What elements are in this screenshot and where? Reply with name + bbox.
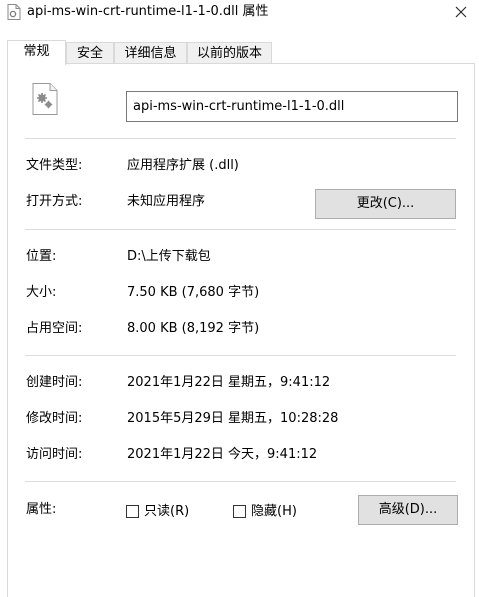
tab-previous-versions[interactable]: 以前的版本 xyxy=(187,42,272,63)
tab-general[interactable]: 常规 xyxy=(7,40,66,65)
size-on-disk-label: 占用空间: xyxy=(26,321,83,336)
tab-security[interactable]: 安全 xyxy=(66,42,114,63)
window-title: api-ms-win-crt-runtime-l1-1-0.dll 属性 xyxy=(27,4,269,19)
open-with-value: 未知应用程序 xyxy=(127,194,206,209)
tab-details[interactable]: 详细信息 xyxy=(114,42,187,63)
open-with-label: 打开方式: xyxy=(26,194,83,209)
readonly-checkbox[interactable] xyxy=(126,505,139,518)
readonly-label[interactable]: 只读(R) xyxy=(144,503,189,521)
separator xyxy=(25,229,456,230)
size-label: 大小: xyxy=(26,285,57,300)
accessed-label: 访问时间: xyxy=(26,447,83,462)
advanced-button[interactable]: 高级(D)... xyxy=(358,495,458,525)
hidden-checkbox[interactable] xyxy=(233,505,246,518)
location-value: D:\上传下载包 xyxy=(127,249,211,264)
separator xyxy=(25,138,456,139)
tab-strip: 常规 安全 详细信息 以前的版本 xyxy=(0,40,479,65)
change-button[interactable]: 更改(C)... xyxy=(315,189,456,219)
close-button[interactable] xyxy=(443,0,479,24)
created-value: 2021年1月22日 星期五，9:41:12 xyxy=(127,375,331,390)
properties-dialog: api-ms-win-crt-runtime-l1-1-0.dll 属性 常规 … xyxy=(0,0,479,597)
file-icon xyxy=(7,4,21,20)
size-on-disk-value: 8.00 KB (8,192 字节) xyxy=(127,321,260,336)
file-type-value: 应用程序扩展 (.dll) xyxy=(127,158,239,173)
dll-file-gear-icon xyxy=(32,83,58,115)
modified-value: 2015年5月29日 星期五，10:28:28 xyxy=(127,411,339,426)
attributes-label: 属性: xyxy=(26,502,57,517)
title-bar[interactable]: api-ms-win-crt-runtime-l1-1-0.dll 属性 xyxy=(0,0,479,26)
filename-input[interactable] xyxy=(126,91,458,122)
accessed-value: 2021年1月22日 今天，9:41:12 xyxy=(127,447,318,462)
modified-label: 修改时间: xyxy=(26,411,83,426)
hidden-label[interactable]: 隐藏(H) xyxy=(251,503,297,521)
location-label: 位置: xyxy=(26,249,57,264)
separator xyxy=(25,481,456,482)
created-label: 创建时间: xyxy=(26,375,83,390)
size-value: 7.50 KB (7,680 字节) xyxy=(127,285,260,300)
file-type-label: 文件类型: xyxy=(26,158,83,173)
separator xyxy=(25,355,456,356)
close-icon xyxy=(455,6,467,18)
